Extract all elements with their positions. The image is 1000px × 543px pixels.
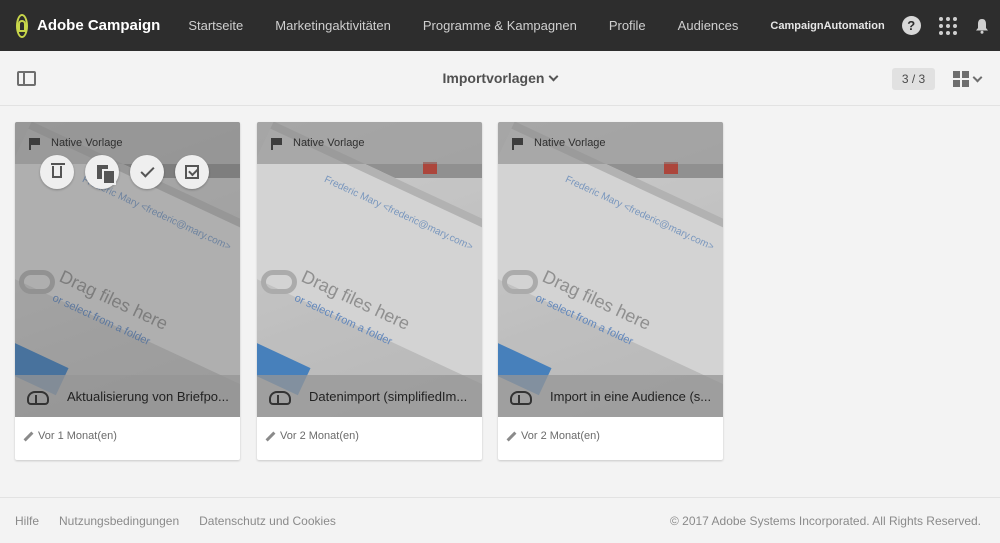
account-name[interactable]: CampaignAutomation (770, 20, 884, 32)
nav-item-marketingaktivitaeten[interactable]: Marketingaktivitäten (275, 18, 391, 33)
duplicate-icon (96, 165, 116, 185)
pencil-icon (265, 431, 276, 441)
badge-label: Native Vorlage (293, 137, 365, 149)
pencil-icon (23, 431, 34, 441)
multi-select-button[interactable] (175, 155, 209, 189)
card-footer: Vor 1 Monat(en) (23, 430, 117, 442)
delete-button[interactable] (40, 155, 74, 189)
nav-item-profile[interactable]: Profile (609, 18, 646, 33)
card-layout-icon (953, 71, 969, 87)
cloud-upload-icon (510, 389, 532, 405)
top-navigation-bar: Adobe Campaign Startseite Marketingaktiv… (0, 0, 1000, 51)
view-toolbar: Importvorlagen 3 / 3 (0, 51, 1000, 106)
footer-link-hilfe[interactable]: Hilfe (15, 514, 39, 528)
apps-grid-icon[interactable] (938, 16, 957, 36)
flag-icon (271, 137, 283, 150)
layout-switch-button[interactable] (953, 70, 985, 88)
card-title: Datenimport (simplifiedIm... (309, 388, 468, 404)
cloud-upload-icon (27, 389, 49, 405)
card-title-bar[interactable]: Aktualisierung von Briefpo... (15, 375, 240, 417)
nav-item-audiences[interactable]: Audiences (678, 18, 739, 33)
last-modified: Vor 2 Monat(en) (521, 430, 600, 442)
chevron-down-icon (972, 72, 983, 82)
page-footer: Hilfe Nutzungsbedingungen Datenschutz un… (0, 497, 1000, 543)
last-modified: Vor 1 Monat(en) (38, 430, 117, 442)
adobe-campaign-logo-icon[interactable] (16, 13, 28, 38)
select-button[interactable] (130, 155, 164, 189)
brand-name[interactable]: Adobe Campaign (37, 17, 160, 34)
help-icon[interactable]: ? (901, 16, 921, 36)
card-badge: Native Vorlage (498, 122, 723, 164)
card-title-bar[interactable]: Datenimport (simplifiedIm... (257, 375, 482, 417)
card-title: Aktualisierung von Briefpo... (67, 388, 229, 404)
badge-label: Native Vorlage (51, 137, 123, 149)
card-title: Import in eine Audience (s... (550, 388, 712, 404)
nav-item-programme-kampagnen[interactable]: Programme & Kampagnen (423, 18, 577, 33)
badge-label: Native Vorlage (534, 137, 606, 149)
pencil-icon (506, 431, 517, 441)
cloud-upload-icon (269, 389, 291, 405)
flag-icon (512, 137, 524, 150)
duplicate-button[interactable] (85, 155, 119, 189)
nav-item-startseite[interactable]: Startseite (188, 18, 243, 33)
last-modified: Vor 2 Monat(en) (280, 430, 359, 442)
template-card[interactable]: Frederic Mary <frederic@mary.com> Drag f… (15, 122, 240, 460)
template-card[interactable]: Frederic Mary <frederic@mary.com> Drag f… (498, 122, 723, 460)
checkbox-icon (185, 165, 199, 179)
card-actions (40, 155, 220, 189)
card-title-bar[interactable]: Import in eine Audience (s... (498, 375, 723, 417)
bell-icon[interactable] (975, 16, 989, 36)
chevron-down-icon (549, 71, 559, 82)
check-icon (139, 162, 155, 178)
template-card[interactable]: Frederic Mary <frederic@mary.com> Drag f… (257, 122, 482, 460)
footer-link-datenschutz[interactable]: Datenschutz und Cookies (199, 514, 336, 528)
copyright: © 2017 Adobe Systems Incorporated. All R… (669, 513, 981, 528)
view-title-dropdown[interactable]: Importvorlagen (0, 70, 1000, 86)
card-footer: Vor 2 Monat(en) (265, 430, 359, 442)
footer-link-nutzungsbedingungen[interactable]: Nutzungsbedingungen (59, 514, 179, 528)
flag-icon (29, 137, 41, 150)
card-footer: Vor 2 Monat(en) (506, 430, 600, 442)
trash-icon (51, 163, 65, 178)
card-badge: Native Vorlage (257, 122, 482, 164)
view-title: Importvorlagen (442, 70, 545, 86)
item-counter: 3 / 3 (892, 68, 935, 90)
